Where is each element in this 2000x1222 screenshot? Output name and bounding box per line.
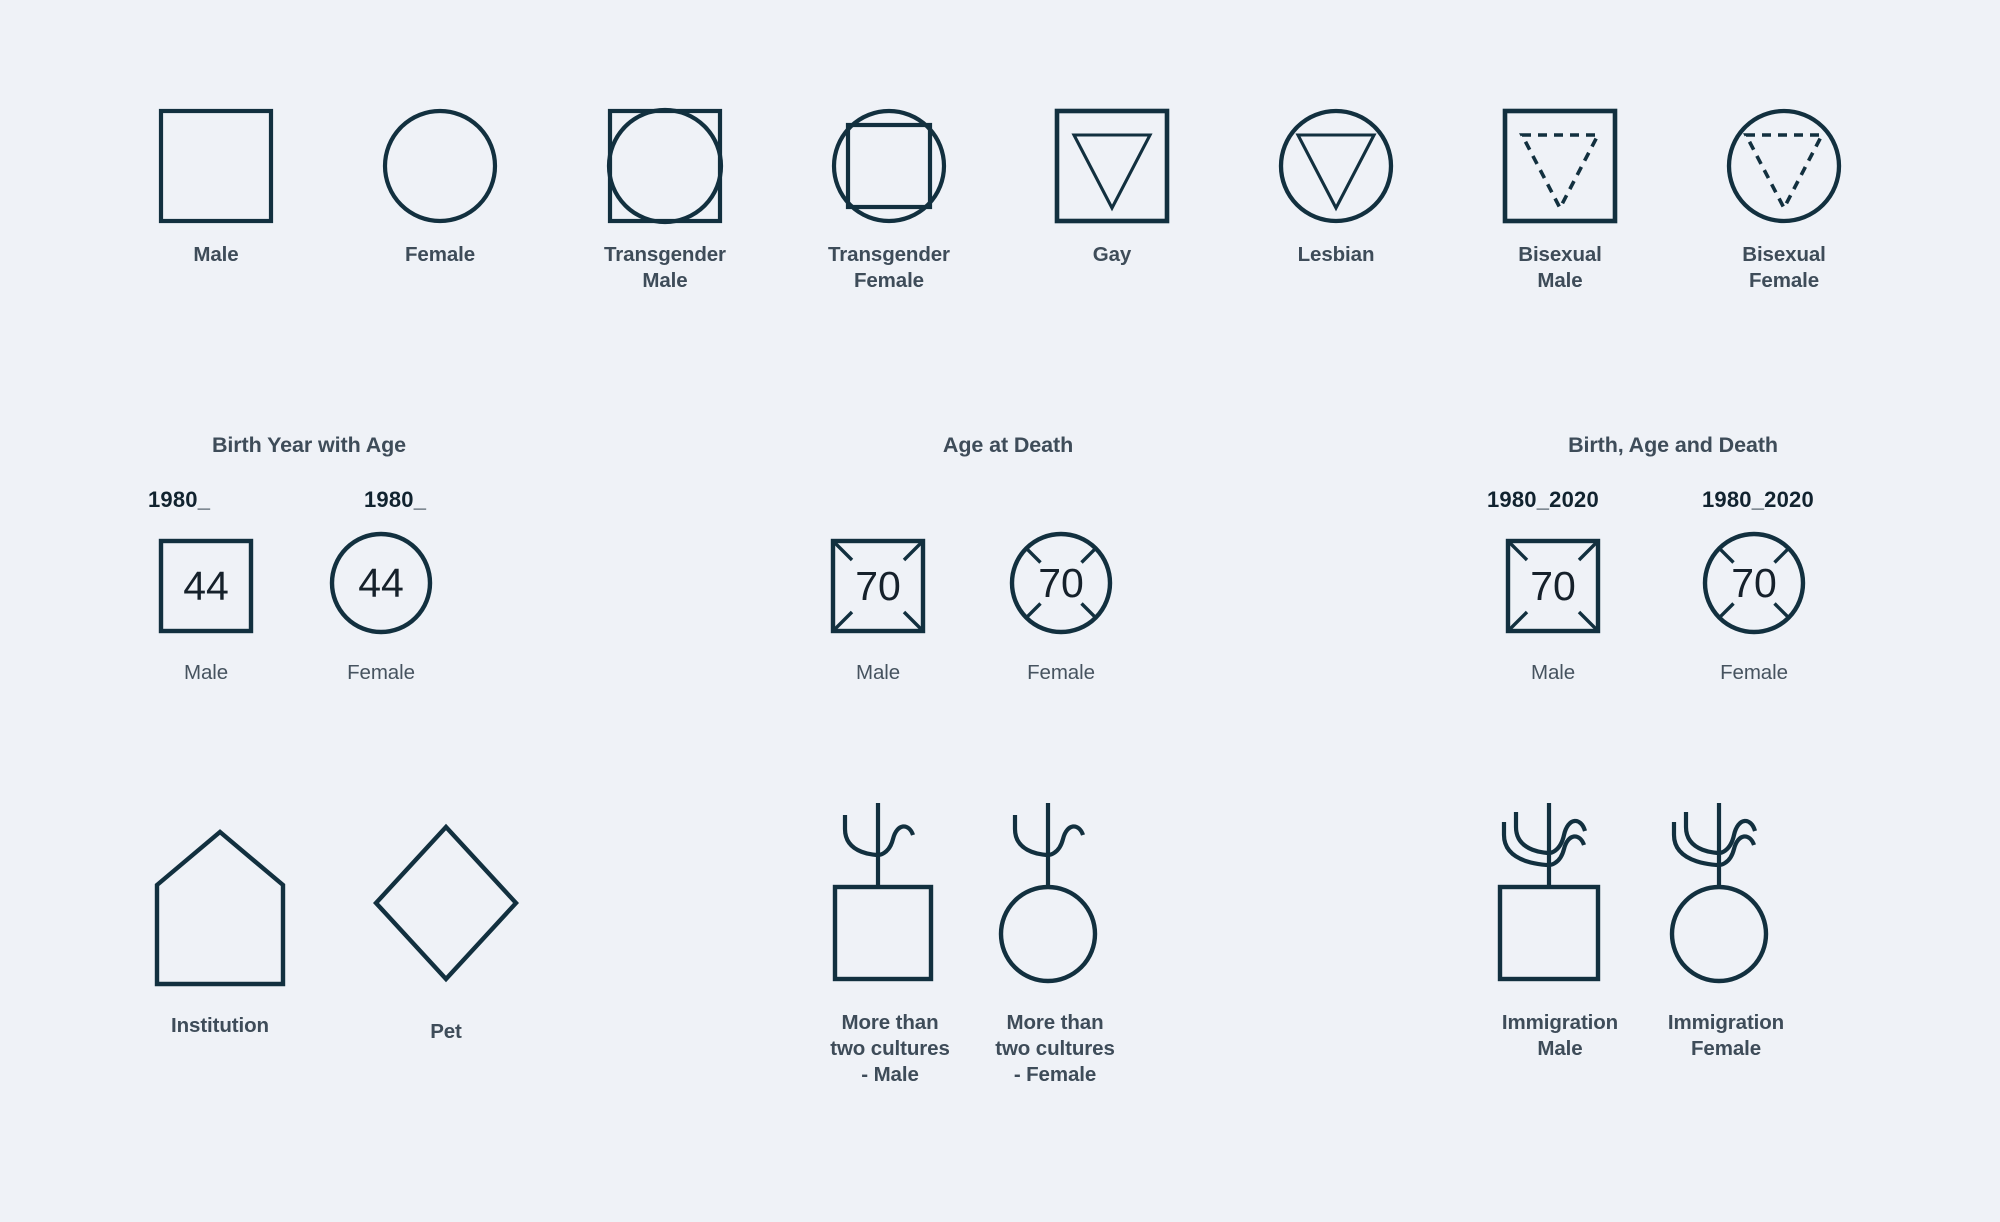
circle-icon: 44	[329, 531, 433, 635]
legend-label-line2: two cultures	[830, 1037, 950, 1061]
square-with-sprout-icon	[832, 803, 934, 982]
legend-item-bad-female: 70 Female	[1702, 531, 1806, 686]
section-title-birth-year-with-age: Birth Year with Age	[211, 433, 407, 457]
circle-with-double-sprout-icon	[1669, 803, 1769, 984]
circle-with-dashed-triangle-icon	[1726, 108, 1842, 224]
legend-label: Female	[404, 243, 476, 266]
legend-label-line1: Immigration	[1667, 1011, 1785, 1034]
legend-label-line1: Bisexual	[1518, 243, 1602, 266]
legend-item-lesbian: Lesbian	[1276, 106, 1396, 268]
birth-death-year-label-female: 1980_2020	[1702, 487, 1814, 512]
legend-item-male: Male	[156, 106, 276, 268]
legend-item-immigration-male: Immigration Male	[1492, 795, 1628, 1062]
legend-label-line1: Transgender	[604, 243, 726, 266]
legend-label: Institution	[171, 1014, 269, 1037]
circle-with-square-icon	[831, 108, 947, 224]
circle-death-icon: 70	[1009, 531, 1113, 635]
legend-label-line1: Immigration	[1501, 1011, 1619, 1034]
legend-label-line2: Female	[1748, 269, 1820, 293]
circle-with-triangle-icon	[1278, 108, 1394, 224]
legend-item-bisexual-male: Bisexual Male	[1500, 106, 1620, 294]
legend-label: Female	[1027, 661, 1095, 684]
section-title-age-at-death: Age at Death	[942, 433, 1074, 457]
age-value: 70	[1038, 560, 1084, 606]
birth-year-label-female: 1980_	[364, 487, 427, 512]
legend-item-female: Female	[380, 106, 500, 268]
legend-item-cultures-male: More than two cultures - Male	[825, 795, 955, 1089]
age-value: 70	[1731, 560, 1777, 606]
legend-label-line2: Female	[853, 269, 924, 293]
legend-label: Lesbian	[1297, 243, 1375, 266]
legend-item-bad-male: 70 Male	[1504, 537, 1602, 686]
legend-label-line2: two cultures	[995, 1037, 1115, 1061]
age-value: 70	[1530, 563, 1576, 609]
section-title-birth-age-and-death: Birth, Age and Death	[1568, 433, 1778, 457]
legend-label-line1: More than	[841, 1011, 939, 1034]
legend-label-line1: Bisexual	[1742, 243, 1826, 266]
legend-label-line3: - Female	[1013, 1063, 1097, 1087]
square-icon	[158, 108, 274, 224]
legend-label-line2: Male	[1537, 1037, 1583, 1061]
legend-label: Female	[1720, 661, 1788, 684]
legend-item-transgender-female: Transgender Female	[828, 106, 950, 294]
genogram-legend-page: Male Female Transgender Male Transgender…	[0, 0, 2000, 1222]
legend-label: Female	[347, 661, 415, 684]
legend-item-cultures-female: More than two cultures - Female	[990, 795, 1120, 1089]
age-value: 44	[183, 563, 229, 609]
legend-item-death-male: 70 Male	[829, 537, 927, 686]
legend-label-line2: Male	[1537, 269, 1583, 293]
legend-item-birth-male: 44 Male	[157, 537, 255, 686]
square-with-triangle-icon	[1054, 108, 1170, 224]
square-with-dashed-triangle-icon	[1502, 108, 1618, 224]
legend-item-institution: Institution	[152, 825, 288, 1039]
square-with-double-sprout-icon	[1497, 803, 1601, 982]
legend-item-birth-female: 44 Female	[329, 531, 433, 686]
age-value: 44	[358, 560, 404, 606]
birth-year-label-male: 1980_	[148, 487, 211, 512]
legend-label-line2: Male	[642, 269, 688, 293]
legend-label: Male	[183, 661, 229, 684]
house-pentagon-icon	[154, 829, 286, 987]
legend-label-line1: Transgender	[828, 243, 950, 266]
square-icon: 44	[158, 538, 254, 634]
square-with-circle-icon	[606, 107, 724, 225]
legend-label: Male	[1530, 661, 1576, 684]
square-death-icon: 70	[1505, 538, 1601, 634]
legend-item-pet: Pet	[368, 818, 524, 1045]
legend-label: Male	[855, 661, 901, 684]
square-death-icon: 70	[830, 538, 926, 634]
circle-icon	[382, 108, 498, 224]
birth-death-year-label-male: 1980_2020	[1487, 487, 1599, 512]
legend-label-line2: Female	[1690, 1037, 1762, 1061]
diamond-icon	[373, 823, 519, 983]
legend-item-death-female: 70 Female	[1009, 531, 1113, 686]
legend-label-line3: - Male	[861, 1063, 919, 1087]
legend-item-immigration-female: Immigration Female	[1658, 795, 1794, 1062]
legend-item-bisexual-female: Bisexual Female	[1724, 106, 1844, 294]
legend-item-gay: Gay	[1052, 106, 1172, 268]
circle-death-icon: 70	[1702, 531, 1806, 635]
age-value: 70	[855, 563, 901, 609]
legend-label: Gay	[1092, 243, 1132, 266]
legend-label-line1: More than	[1006, 1011, 1104, 1034]
legend-item-transgender-male: Transgender Male	[604, 106, 726, 294]
circle-with-sprout-icon	[998, 803, 1098, 984]
legend-label: Pet	[430, 1020, 462, 1043]
legend-label: Male	[193, 243, 239, 266]
